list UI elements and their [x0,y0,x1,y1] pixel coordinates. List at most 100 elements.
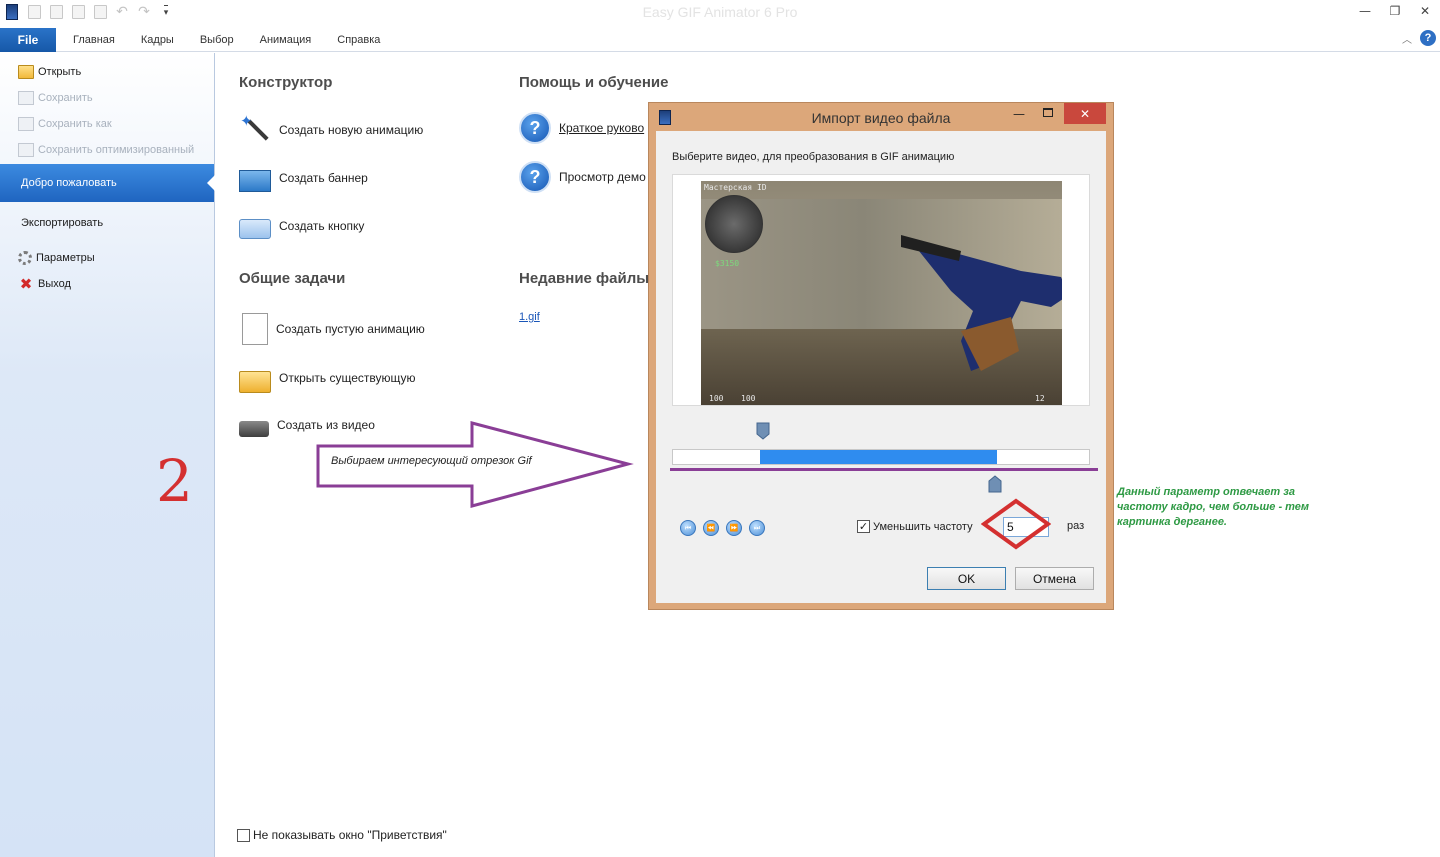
view-demo-label: Просмотр демо [559,170,646,184]
ribbon-tabs: Главная Кадры Выбор Анимация Справка [60,34,393,46]
menu-open-label: Открыть [38,66,82,78]
help-icon[interactable]: ? [1420,30,1436,46]
create-new-animation-label: Создать новую анимацию [279,123,424,137]
help-icon: ? [519,112,551,144]
annotation-note: Данный параметр отвечает за частоту кадр… [1117,486,1310,528]
exit-icon: ✖ [19,275,33,293]
folder-icon [18,65,34,79]
collapse-ribbon-icon[interactable]: ︿ [1402,31,1412,46]
menu-save-as-label: Сохранить как [38,118,112,130]
restore-button[interactable]: ❐ [1380,0,1410,22]
video-scene-gun [901,235,1062,371]
title-bar: ↶ ↷ ▾ Easy GIF Animator 6 Pro — ❐ ✕ [0,0,1440,24]
help-section-title: Помощь и обучение [519,74,669,91]
video-camera-icon [239,421,269,437]
dont-show-checkbox[interactable] [237,828,250,842]
dont-show-welcome[interactable]: Не показывать окно "Приветствия" [237,828,447,842]
menu-exit[interactable]: ✖ Выход [18,275,71,293]
constructor-title: Конструктор [239,74,333,91]
menu-welcome[interactable]: Добро пожаловать [0,164,215,202]
dialog-body: Выберите видео, для преобразования в GIF… [656,131,1106,603]
help-icon: ? [519,161,551,193]
quick-guide-label: Краткое руково [559,121,645,135]
video-hud-armor: 100 [741,394,756,403]
tab-animation[interactable]: Анимация [247,34,325,46]
cancel-button[interactable]: Отмена [1015,567,1094,590]
video-hud-money: $3150 [715,259,740,268]
menu-save: Сохранить [18,89,93,107]
annotation-underline [670,468,1098,471]
menu-exit-label: Выход [38,278,71,290]
gear-icon [18,251,32,265]
window-title: Easy GIF Animator 6 Pro [642,4,798,20]
dialog-maximize-button[interactable] [1043,108,1053,117]
video-hud-ammo: 12 [1035,394,1045,403]
tab-help[interactable]: Справка [324,34,393,46]
ribbon: File Главная Кадры Выбор Анимация Справк… [0,24,1440,52]
close-button[interactable]: ✕ [1410,0,1440,22]
recent-file-link[interactable]: 1.gif [519,311,540,323]
rewind-icon[interactable]: ⏮ [680,520,696,536]
tab-frames[interactable]: Кадры [128,34,187,46]
prev-frame-icon[interactable]: ⏪ [703,520,719,536]
magic-wand-icon [239,112,271,146]
selection-start-thumb[interactable] [756,422,770,440]
dialog-prompt: Выберите видео, для преобразования в GIF… [672,151,955,163]
next-frame-icon[interactable]: ⏩ [726,520,742,536]
blank-page-icon [242,313,268,345]
folder-icon [239,371,271,393]
menu-save-label: Сохранить [38,92,93,104]
save-as-icon [18,117,34,131]
menu-export[interactable]: Экспортировать [21,217,103,229]
ribbon-right-controls: ︿ ? [1402,30,1436,46]
view-demo-link[interactable]: ? Просмотр демо [519,160,646,194]
open-existing[interactable]: Открыть существующую [239,361,416,395]
dialog-close-button[interactable]: ✕ [1064,103,1106,124]
open-existing-label: Открыть существующую [279,371,416,385]
dialog-minimize-button[interactable]: — [1013,107,1025,121]
dialog-title-bar: Импорт видео файла — ✕ [649,103,1113,131]
common-tasks-title: Общие задачи [239,270,346,287]
annotation-number: 2 [156,447,193,515]
recent-files-title: Недавние файлы [519,270,650,287]
quick-guide-link[interactable]: ? Краткое руково [519,111,644,145]
annotation-diamond [981,498,1051,550]
save-optimized-icon [18,143,34,157]
menu-settings-label: Параметры [36,252,95,264]
save-icon [18,91,34,105]
create-banner-label: Создать баннер [279,171,368,185]
create-empty-animation-label: Создать пустую анимацию [276,322,425,336]
menu-save-optimized: Сохранить оптимизированный [18,141,194,159]
menu-settings[interactable]: Параметры [18,249,95,267]
video-timeline[interactable] [672,449,1090,465]
tab-select[interactable]: Выбор [187,34,247,46]
ok-button[interactable]: OK [927,567,1006,590]
button-shape-icon [239,219,271,239]
create-button-label: Создать кнопку [279,219,365,233]
import-video-dialog: Импорт видео файла — ✕ Выберите видео, д… [648,102,1114,610]
window-controls: — ❐ ✕ [1350,0,1440,22]
tab-file[interactable]: File [0,28,56,52]
tab-home[interactable]: Главная [60,34,128,46]
minimize-button[interactable]: — [1350,0,1380,22]
selection-end-thumb[interactable] [988,475,1002,493]
create-empty-animation[interactable]: Создать пустую анимацию [239,312,425,346]
reduce-frequency[interactable]: ✓ Уменьшить частоту [857,520,981,533]
video-hud-top: Мастерская ID [704,183,767,192]
video-preview: Мастерская ID $3150 100 100 12 [701,181,1062,405]
menu-save-as: Сохранить как [18,115,112,133]
end-icon[interactable]: ⏭ [749,520,765,536]
create-banner[interactable]: Создать баннер [239,161,368,195]
menu-open[interactable]: Открыть [18,63,81,81]
timeline-selection [760,450,998,464]
video-radar [705,195,763,253]
reduce-frequency-checkbox[interactable]: ✓ [857,520,870,533]
banner-icon [239,170,271,192]
reduce-frequency-unit: раз [1067,520,1085,532]
create-new-animation[interactable]: Создать новую анимацию [239,112,424,147]
menu-save-optimized-label: Сохранить оптимизированный [38,144,195,156]
reduce-frequency-label: Уменьшить частоту [873,520,973,533]
video-preview-frame: Мастерская ID $3150 100 100 12 [672,174,1090,406]
video-hud-health: 100 [709,394,724,403]
create-button[interactable]: Создать кнопку [239,209,364,243]
